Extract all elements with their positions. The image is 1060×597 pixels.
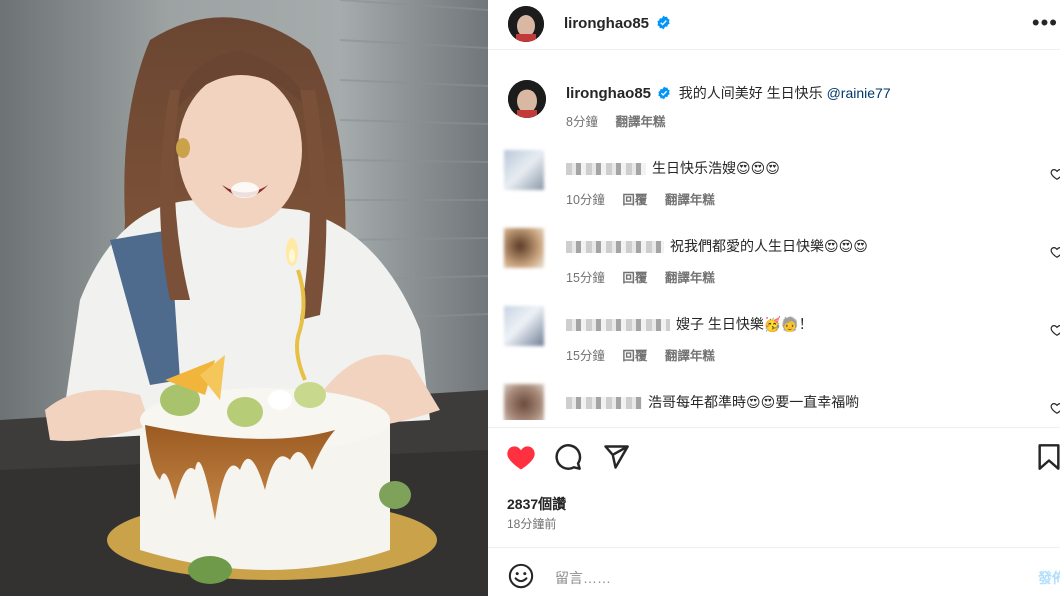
comment-text: 嫂子 生日快樂🥳🧓！ (676, 316, 813, 332)
post-time[interactable]: 18分鐘前 (507, 515, 556, 532)
comment-username-blurred[interactable] (566, 163, 646, 176)
comment-username-blurred[interactable] (566, 241, 664, 254)
caption-username[interactable]: lironghao85 (566, 85, 651, 102)
comment-input[interactable]: 留言…… (555, 568, 611, 588)
send-icon[interactable] (602, 443, 630, 471)
translate-link[interactable]: 翻譯年糕 (615, 115, 665, 129)
emoji-icon[interactable] (508, 563, 534, 589)
comment-username-blurred[interactable] (566, 319, 670, 332)
comment-avatar[interactable] (504, 228, 544, 268)
comment-username-blurred[interactable] (566, 397, 642, 410)
author-username[interactable]: lironghao85 (564, 15, 649, 32)
comment-text: 祝我們都愛的人生日快樂😍😍😍 (670, 238, 868, 254)
caption-time[interactable]: 8分鐘 (566, 115, 598, 129)
comment-time[interactable]: 10分鐘 (566, 193, 605, 207)
comment-line: 浩哥每年都準時😍😍要一直幸福喲 (566, 392, 859, 412)
post-detail-panel: lironghao85 ••• lironghao85 我的人间美好 生日快乐 … (488, 0, 1060, 596)
translate-link[interactable]: 翻譯年糕 (665, 271, 715, 285)
reply-button[interactable]: 回覆 (622, 349, 647, 363)
translate-link[interactable]: 翻譯年糕 (665, 193, 715, 207)
post-header: lironghao85 ••• (488, 0, 1060, 50)
comment-time[interactable]: 15分鐘 (566, 271, 605, 285)
comment-meta: 15分鐘 回覆 翻譯年糕 (566, 345, 729, 364)
caption-avatar[interactable] (508, 80, 546, 118)
bookmark-icon[interactable] (1037, 443, 1060, 471)
comment-like-icon[interactable] (1050, 323, 1060, 337)
comment-meta: 10分鐘 回覆 翻譯年糕 (566, 189, 729, 208)
reply-button[interactable]: 回覆 (622, 271, 647, 285)
comment-text: 生日快乐浩嫂😍😍😍 (652, 160, 780, 176)
post-photo[interactable] (0, 0, 488, 596)
post-comment-button[interactable]: 發佈 (1038, 568, 1060, 588)
comment-text: 浩哥每年都準時😍😍要一直幸福喲 (648, 394, 860, 410)
translate-link[interactable]: 翻譯年糕 (665, 349, 715, 363)
caption-meta: 8分鐘 翻譯年糕 (566, 111, 679, 130)
verified-badge-icon (657, 15, 671, 30)
comment-line: 嫂子 生日快樂🥳🧓！ (566, 314, 813, 334)
caption-line: lironghao85 我的人间美好 生日快乐 @rainie77 (566, 83, 891, 103)
caption-text: 我的人间美好 生日快乐 (678, 85, 827, 101)
comment-time[interactable]: 15分鐘 (566, 349, 605, 363)
action-bar: 2837個讚 18分鐘前 (488, 427, 1060, 548)
more-options-icon[interactable]: ••• (1032, 12, 1058, 34)
comments-list: lironghao85 我的人间美好 生日快乐 @rainie77 8分鐘 翻譯… (488, 70, 1060, 420)
comment-line: 生日快乐浩嫂😍😍😍 (566, 158, 780, 178)
comment-avatar[interactable] (504, 150, 544, 190)
reply-button[interactable]: 回覆 (622, 193, 647, 207)
author-avatar[interactable] (508, 6, 544, 42)
comment-like-icon[interactable] (1050, 167, 1060, 181)
comment-meta: 15分鐘 回覆 翻譯年糕 (566, 267, 729, 286)
comment-avatar[interactable] (504, 384, 544, 420)
like-count[interactable]: 2837個讚 (507, 494, 566, 514)
post-image (0, 0, 488, 596)
comment-like-icon[interactable] (1050, 245, 1060, 259)
caption-mention[interactable]: @rainie77 (827, 85, 891, 101)
comment-line: 祝我們都愛的人生日快樂😍😍😍 (566, 236, 868, 256)
heart-filled-icon[interactable] (506, 443, 536, 471)
verified-badge-icon (658, 86, 670, 100)
comment-avatar[interactable] (504, 306, 544, 346)
comment-like-icon[interactable] (1050, 401, 1060, 415)
comment-icon[interactable] (554, 443, 582, 471)
comment-composer: 留言…… 發佈 (488, 547, 1060, 597)
